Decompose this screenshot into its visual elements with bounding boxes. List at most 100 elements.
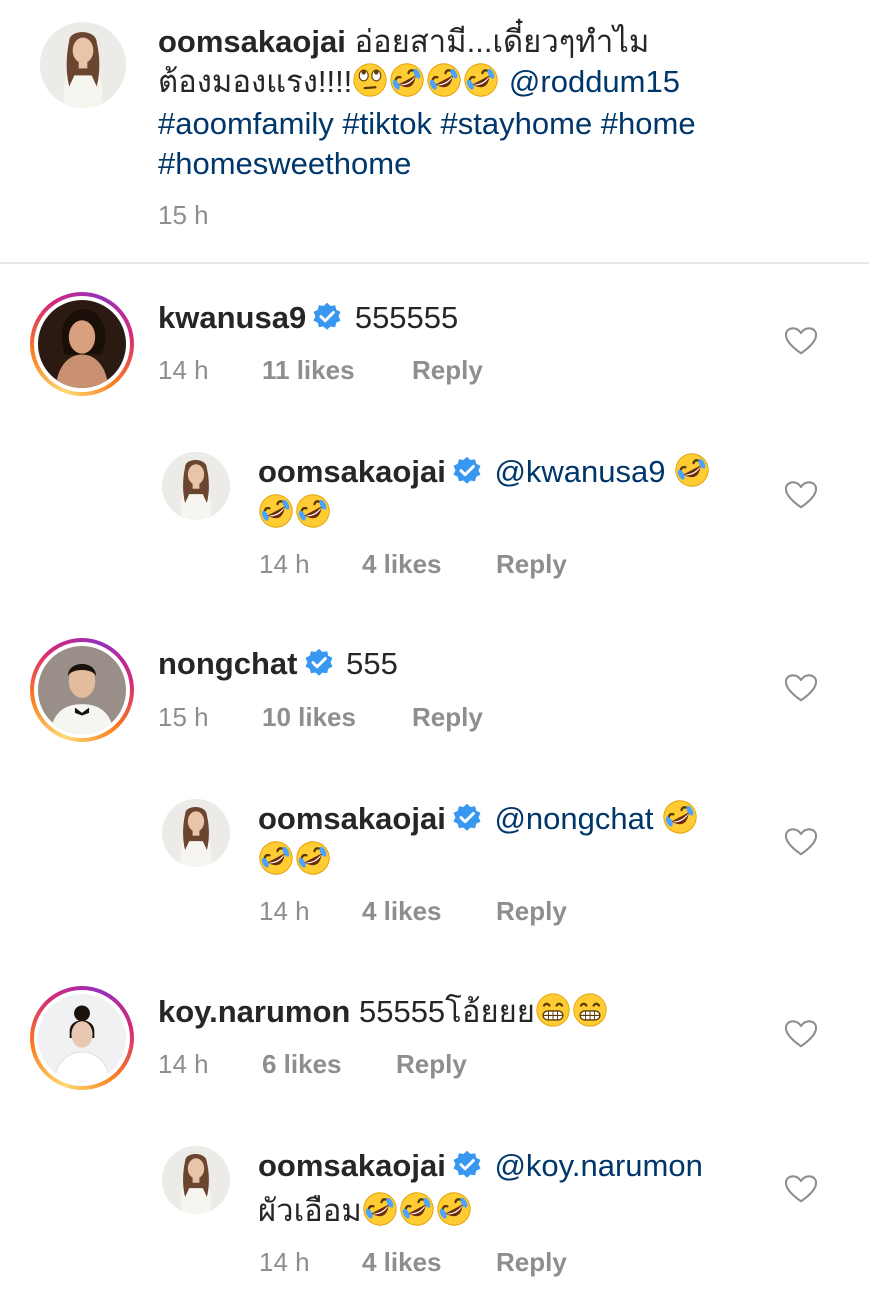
comment-reply[interactable]: Reply (396, 1049, 467, 1079)
avatar[interactable] (38, 300, 126, 388)
reply-line-1: oomsakaojai @nongchat (258, 799, 699, 839)
story-ring[interactable] (30, 638, 134, 742)
reply-button[interactable]: Reply (496, 1247, 567, 1277)
avatar[interactable] (38, 994, 126, 1082)
avatar[interactable] (162, 452, 230, 520)
comment-time: 15 h (158, 702, 209, 732)
reply-reply[interactable]: Reply (496, 896, 567, 926)
likes-count[interactable]: 10 likes (262, 702, 356, 732)
comment-line: kwanusa9 555555 (158, 298, 458, 338)
caption-time: 15 h (158, 200, 209, 230)
caption-line-1: oomsakaojai อ่อยสามี...เดี๋ยวๆทำไม (158, 22, 649, 62)
comment-likes[interactable]: 11 likes (262, 355, 355, 385)
heart-outline-icon[interactable] (785, 1019, 817, 1049)
avatar[interactable] (162, 1146, 230, 1214)
heart-outline-icon[interactable] (785, 1174, 817, 1204)
reply-button[interactable]: Reply (496, 896, 567, 926)
rofl-emoji (399, 1191, 435, 1227)
reply-button[interactable]: Reply (396, 1049, 467, 1079)
rofl-emoji (362, 1191, 398, 1227)
likes-count[interactable]: 11 likes (262, 355, 355, 385)
reply-reply[interactable]: Reply (496, 549, 567, 579)
reply-username[interactable]: oomsakaojai (258, 801, 446, 836)
reply-time: 14 h (259, 896, 310, 926)
comment-likes[interactable]: 6 likes (262, 1049, 342, 1079)
avatar[interactable] (162, 799, 230, 867)
caption-avatar[interactable] (40, 22, 126, 108)
likes-count[interactable]: 6 likes (262, 1049, 342, 1079)
comment-likes[interactable]: 10 likes (262, 702, 356, 732)
grin-emoji (535, 992, 571, 1028)
reply-time: 14 h (259, 549, 310, 579)
avatar-image (38, 994, 126, 1082)
avatar-image (38, 300, 126, 388)
heart-outline-icon[interactable] (785, 326, 817, 356)
reply-username[interactable]: oomsakaojai (258, 1148, 446, 1183)
reply-username[interactable]: oomsakaojai (258, 454, 446, 489)
avatar-image (162, 1146, 230, 1214)
reply-time: 14 h (259, 1247, 310, 1277)
reply-mention[interactable]: @kwanusa9 (494, 454, 665, 489)
story-ring[interactable] (30, 986, 134, 1090)
rofl-emoji (674, 452, 710, 488)
likes-count[interactable]: 4 likes (362, 549, 442, 579)
heart-outline-icon[interactable] (785, 827, 817, 857)
reply-likes[interactable]: 4 likes (362, 896, 442, 926)
comment-reply[interactable]: Reply (412, 355, 483, 385)
likes-count[interactable]: 4 likes (362, 896, 442, 926)
comment-line: koy.narumon 55555โอ้ยยย (158, 992, 609, 1032)
reply-button[interactable]: Reply (496, 549, 567, 579)
verified-badge-icon (452, 803, 482, 833)
reply-likes[interactable]: 4 likes (362, 549, 442, 579)
rofl-emoji (258, 840, 294, 876)
verified-badge-icon (304, 648, 334, 678)
comment-meta: 14 h (158, 355, 209, 385)
rofl-emoji (389, 62, 425, 98)
reply-likes[interactable]: 4 likes (362, 1247, 442, 1277)
heart-outline-icon[interactable] (785, 480, 817, 510)
eye-roll-emoji (352, 62, 388, 98)
rofl-emoji (436, 1191, 472, 1227)
comment-username[interactable]: koy.narumon (158, 994, 350, 1029)
comment-text: 55555โอ้ยยย (358, 994, 535, 1029)
rofl-emoji (426, 62, 462, 98)
rofl-emoji (295, 840, 331, 876)
avatar-image (162, 452, 230, 520)
post-caption: oomsakaojai อ่อยสามี...เดี๋ยวๆทำไม ต้องม… (0, 0, 869, 262)
verified-badge-icon (452, 456, 482, 486)
likes-count[interactable]: 4 likes (362, 1247, 442, 1277)
comment-username[interactable]: nongchat (158, 646, 298, 681)
caption-hashtags[interactable]: #aoomfamily #tiktok #stayhome #home (158, 104, 696, 144)
reply-line-1: oomsakaojai @koy.narumon (258, 1146, 703, 1186)
divider (0, 262, 869, 264)
avatar-image (40, 22, 126, 108)
reply-line-2 (258, 493, 332, 533)
caption-mention[interactable]: @roddum15 (509, 64, 680, 99)
heart-outline-icon[interactable] (785, 673, 817, 703)
comment-text: 555555 (354, 300, 459, 335)
caption-username[interactable]: oomsakaojai (158, 24, 346, 59)
comment-username[interactable]: kwanusa9 (158, 300, 306, 335)
comment-line: nongchat 555 (158, 644, 398, 684)
reply-mention[interactable]: @nongchat (494, 801, 653, 836)
reply-reply[interactable]: Reply (496, 1247, 567, 1277)
rofl-emoji (463, 62, 499, 98)
reply-button[interactable]: Reply (412, 355, 483, 385)
reply-button[interactable]: Reply (412, 702, 483, 732)
caption-hashtag-homesweethome[interactable]: #homesweethome (158, 144, 411, 184)
caption-line-2: ต้องมองแรง!!!! @roddum15 (158, 62, 680, 102)
reply-line-2: ผัวเอือม (258, 1191, 473, 1231)
rofl-emoji (258, 493, 294, 529)
story-ring[interactable] (30, 292, 134, 396)
rofl-emoji (295, 493, 331, 529)
comment-time: 14 h (158, 1049, 209, 1079)
reply-mention[interactable]: @koy.narumon (494, 1148, 702, 1183)
comment-reply[interactable]: Reply (412, 702, 483, 732)
reply-line-2 (258, 840, 332, 880)
rofl-emoji (662, 799, 698, 835)
comment-text: 555 (346, 646, 398, 681)
avatar[interactable] (38, 646, 126, 734)
caption-text-2: ต้องมองแรง!!!! (158, 64, 353, 99)
verified-badge-icon (452, 1150, 482, 1180)
comment-time: 14 h (158, 355, 209, 385)
